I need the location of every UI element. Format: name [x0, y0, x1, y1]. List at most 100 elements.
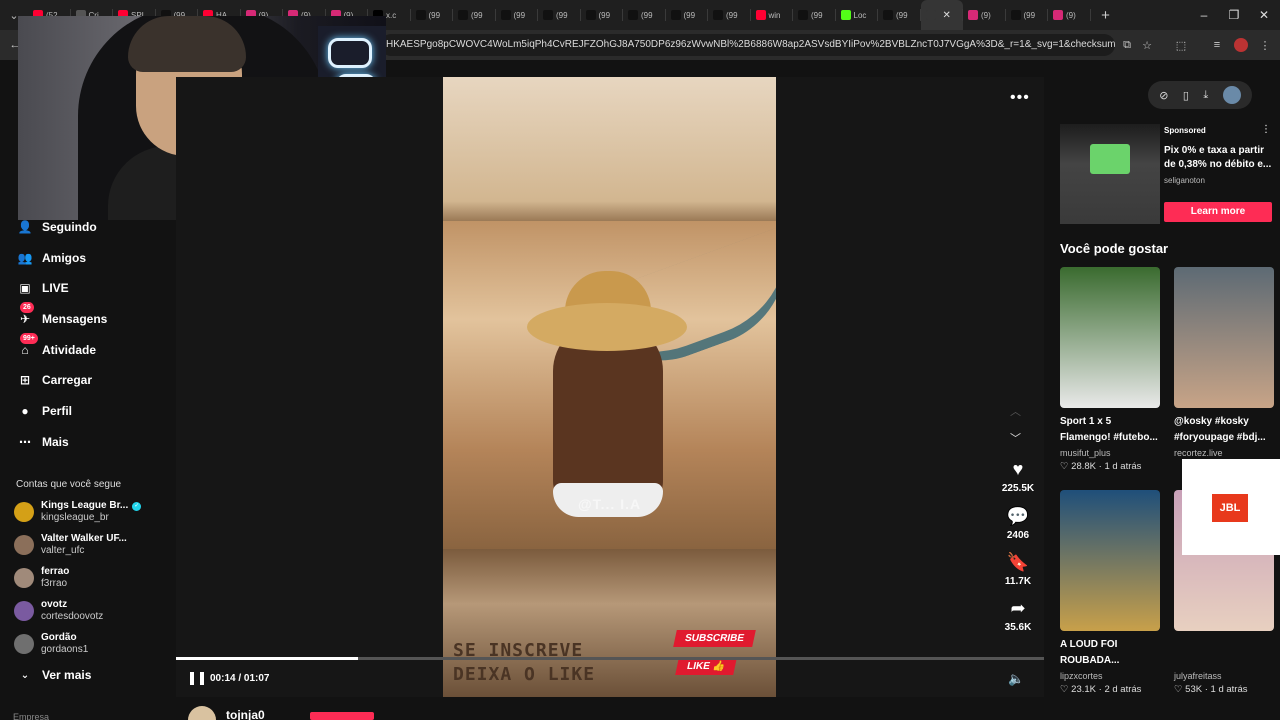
learn-more-button[interactable]: Learn more — [1164, 202, 1272, 222]
address-bar[interactable]: HKAESPgo8pCWOVC4WoLm5iqPh4CvREJFZOhGJ8A7… — [380, 34, 1115, 56]
recommended-user[interactable]: recortez.live — [1174, 448, 1274, 458]
tiktok-page: 👤 Seguindo 👥 Amigos ▣ LIVE ✈ 26 Mensagens ⌂ 99+ Ati… — [0, 16, 1280, 720]
followed-account[interactable]: Valter Walker UF... valter_ufc — [14, 530, 127, 560]
device-icon[interactable]: ▯ — [1183, 89, 1189, 102]
video-frame[interactable]: @T... I.A SE INSCREVE DEIXA O LIKE SUBSC… — [443, 77, 776, 697]
browser-tab[interactable]: (99 — [878, 0, 921, 30]
follow-button[interactable] — [310, 712, 374, 720]
video-subscribe-sticker: SUBSCRIBE — [673, 630, 756, 647]
browser-tab[interactable]: (99 — [793, 0, 836, 30]
recommended-thumbnail[interactable] — [1174, 267, 1274, 408]
browser-tab[interactable]: Loc — [836, 0, 879, 30]
minimize-icon[interactable]: – — [1188, 0, 1220, 30]
browser-tab[interactable]: (9) — [1048, 0, 1091, 30]
account-username: cortesdoovotz — [41, 611, 104, 622]
browser-tab-label: (99 — [726, 10, 738, 20]
volume-icon[interactable]: 🔈 — [1008, 671, 1024, 687]
comment-button[interactable]: 💬 2406 — [998, 506, 1038, 541]
share-button[interactable]: ➦ 35.6K — [998, 598, 1038, 633]
nav-item-label: Carregar — [42, 373, 93, 387]
next-video-icon[interactable]: ﹀ — [1010, 430, 1021, 446]
nav-item-live[interactable]: ▣ LIVE — [16, 276, 68, 300]
browser-tab-label: (9) — [1066, 10, 1076, 20]
company-link[interactable]: Empresa — [13, 712, 49, 720]
nav-item-messages[interactable]: ✈ 26 Mensagens — [16, 302, 107, 331]
followed-account[interactable]: Gordão gordaons1 — [14, 629, 88, 659]
browser-tab[interactable]: (99 — [1006, 0, 1049, 30]
recommended-thumbnail[interactable] — [1060, 267, 1160, 408]
previous-video-icon[interactable]: ︿ — [1010, 403, 1021, 419]
ad-more-icon[interactable]: ⋮ — [1261, 124, 1271, 135]
coin-icon[interactable]: ⊘ — [1159, 89, 1168, 102]
sponsored-ad[interactable]: Sponsored ⋮ Pix 0% e taxa a partir de 0,… — [1060, 124, 1275, 224]
live-icon: ▣ — [19, 281, 31, 295]
followed-account[interactable]: Kings League Br... ✓ kingsleague_br — [14, 497, 142, 527]
user-avatar[interactable] — [1222, 86, 1241, 104]
recommended-caption[interactable] — [1174, 637, 1274, 669]
close-tab-icon[interactable]: ✕ — [943, 10, 951, 21]
browser-tab[interactable]: (99 — [708, 0, 751, 30]
browser-tab-label: Loc — [853, 10, 867, 20]
cast-icon[interactable]: ⧉ — [1118, 36, 1136, 54]
followed-account[interactable]: ovotz cortesdoovotz — [14, 596, 103, 626]
browser-tab[interactable]: (99 — [496, 0, 539, 30]
jbl-ad-overlay[interactable]: JBL — [1182, 459, 1280, 555]
download-icon[interactable]: ⤓ — [1203, 89, 1208, 102]
browser-menu-icon[interactable]: ⋮ — [1256, 36, 1274, 54]
browser-tab[interactable]: (99 — [538, 0, 581, 30]
recommended-video[interactable]: Sport 1 x 5 Flamengo! #futebo... musifut_… — [1060, 267, 1160, 472]
bookmark-star-icon[interactable]: ☆ — [1138, 36, 1156, 54]
recommended-user[interactable]: lipzxcortes — [1060, 671, 1160, 681]
nav-item-upload[interactable]: ⊞ Carregar — [16, 368, 92, 392]
browser-tab[interactable]: ✕ — [920, 0, 963, 30]
author-row[interactable]: tojnja0 — [188, 706, 265, 720]
recommended-caption[interactable]: @kosky #kosky #foryoupage #bdj... — [1174, 414, 1274, 446]
recommended-thumbnail[interactable] — [1060, 490, 1160, 631]
like-count: 225.5K — [1001, 483, 1035, 494]
extensions-icon[interactable]: ⬚ — [1172, 36, 1190, 54]
share-icon: ➦ — [1010, 598, 1026, 618]
browser-tab[interactable]: win — [751, 0, 794, 30]
nav-item-more[interactable]: ⋯ Mais — [16, 430, 69, 454]
browser-tab[interactable]: (99 — [411, 0, 454, 30]
tiktok-icon — [670, 10, 681, 20]
close-window-icon[interactable]: ✕ — [1248, 0, 1280, 30]
browser-tab[interactable]: (99 — [581, 0, 624, 30]
author-name[interactable]: tojnja0 — [226, 708, 265, 720]
recommended-video[interactable]: @kosky #kosky #foryoupage #bdj... recorte… — [1174, 267, 1274, 458]
browser-tab[interactable]: (99 — [623, 0, 666, 30]
more-options-icon[interactable]: ••• — [1010, 89, 1030, 107]
browser-tab[interactable]: (9) — [963, 0, 1006, 30]
recommended-likes: 23.1K — [1071, 684, 1096, 695]
ad-text: Pix 0% e taxa a partir de 0,38% no débit… — [1164, 145, 1272, 170]
browser-tab[interactable]: (99 — [666, 0, 709, 30]
browser-tab-label: (99 — [428, 10, 441, 20]
recommended-user[interactable]: musifut_plus — [1060, 448, 1160, 458]
recommended-caption[interactable]: A LOUD FOI ROUBADA... — [1060, 637, 1160, 669]
like-button[interactable]: ♥ 225.5K — [998, 459, 1038, 494]
ad-thumbnail[interactable] — [1060, 124, 1160, 224]
see-more-label: Ver mais — [42, 668, 92, 682]
author-avatar[interactable] — [188, 706, 216, 720]
tiktok-icon — [415, 10, 426, 20]
pause-icon[interactable] — [190, 672, 204, 686]
new-tab-button[interactable]: + — [1091, 0, 1121, 30]
media-icon[interactable]: ≡ — [1208, 36, 1226, 54]
save-button[interactable]: 🔖 11.7K — [998, 552, 1038, 587]
recommended-video[interactable]: A LOUD FOI ROUBADA... lipzxcortes ♡ 23.1K … — [1060, 490, 1160, 695]
maximize-icon[interactable]: ❐ — [1218, 0, 1250, 30]
recommended-caption[interactable]: Sport 1 x 5 Flamengo! #futebo... — [1060, 414, 1160, 446]
video-watermark: @T... I.A — [578, 496, 642, 512]
followed-account[interactable]: ferrao f3rrao — [14, 563, 69, 593]
video-inner-scene: @T... I.A — [443, 221, 776, 549]
nav-item-friends[interactable]: 👥 Amigos — [16, 246, 87, 270]
nav-item-profile[interactable]: ● Perfil — [16, 399, 72, 423]
nav-item-activity[interactable]: ⌂ 99+ Atividade — [16, 333, 96, 362]
see-more-link[interactable]: ⌄ Ver mais — [16, 668, 92, 682]
recommended-user[interactable]: julyafreitass — [1174, 671, 1274, 681]
account-avatar — [14, 568, 34, 588]
progress-bar[interactable] — [176, 657, 1044, 660]
profile-avatar-icon[interactable] — [1232, 36, 1250, 54]
browser-tab[interactable]: (99 — [453, 0, 496, 30]
browser-tab-label: (9) — [981, 10, 991, 20]
